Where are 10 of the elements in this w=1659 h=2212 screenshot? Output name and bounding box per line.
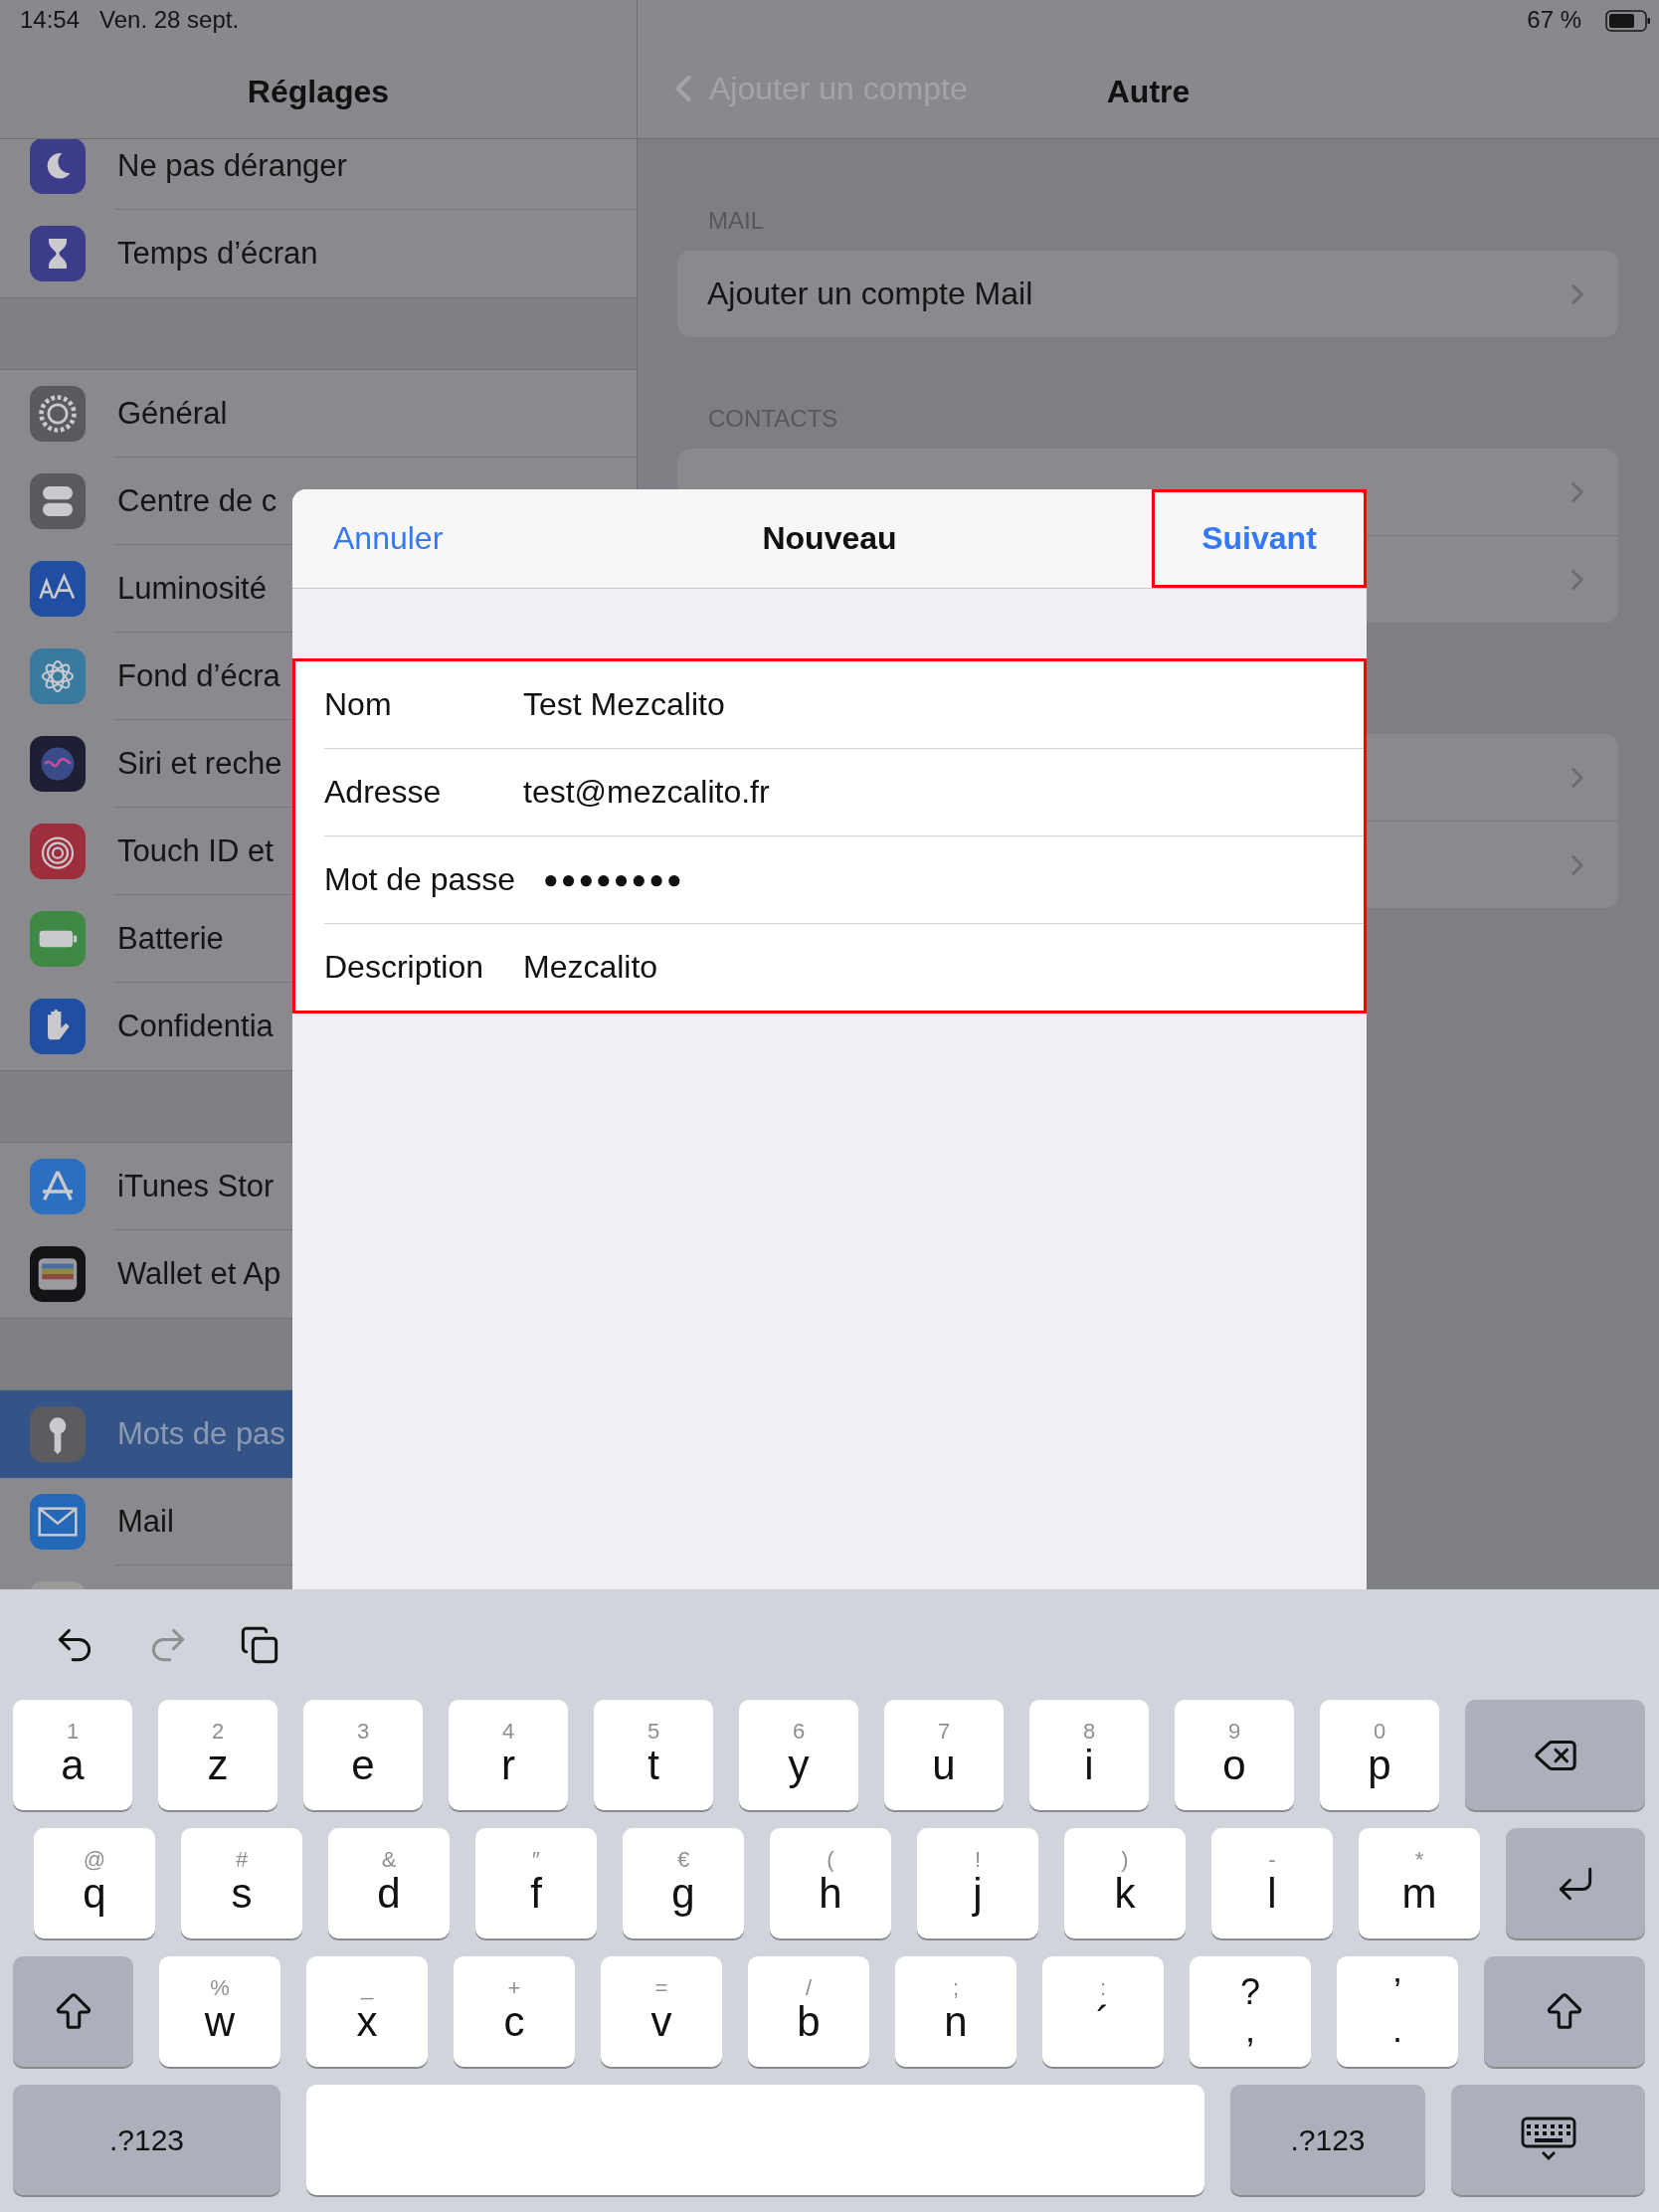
field-label: Adresse — [324, 774, 443, 811]
sheet-title: Nouveau — [762, 520, 897, 557]
status-date: Ven. 28 sept. — [99, 6, 240, 34]
field-label: Description — [324, 949, 485, 986]
field-label: Nom — [324, 686, 393, 723]
field-label: Mot de passe — [324, 861, 517, 898]
detail-title: Autre — [1106, 74, 1191, 110]
status-time: 14:54 — [20, 6, 81, 34]
battery-percent: 67 % — [1527, 6, 1581, 34]
sidebar-title: Réglages — [247, 74, 390, 110]
